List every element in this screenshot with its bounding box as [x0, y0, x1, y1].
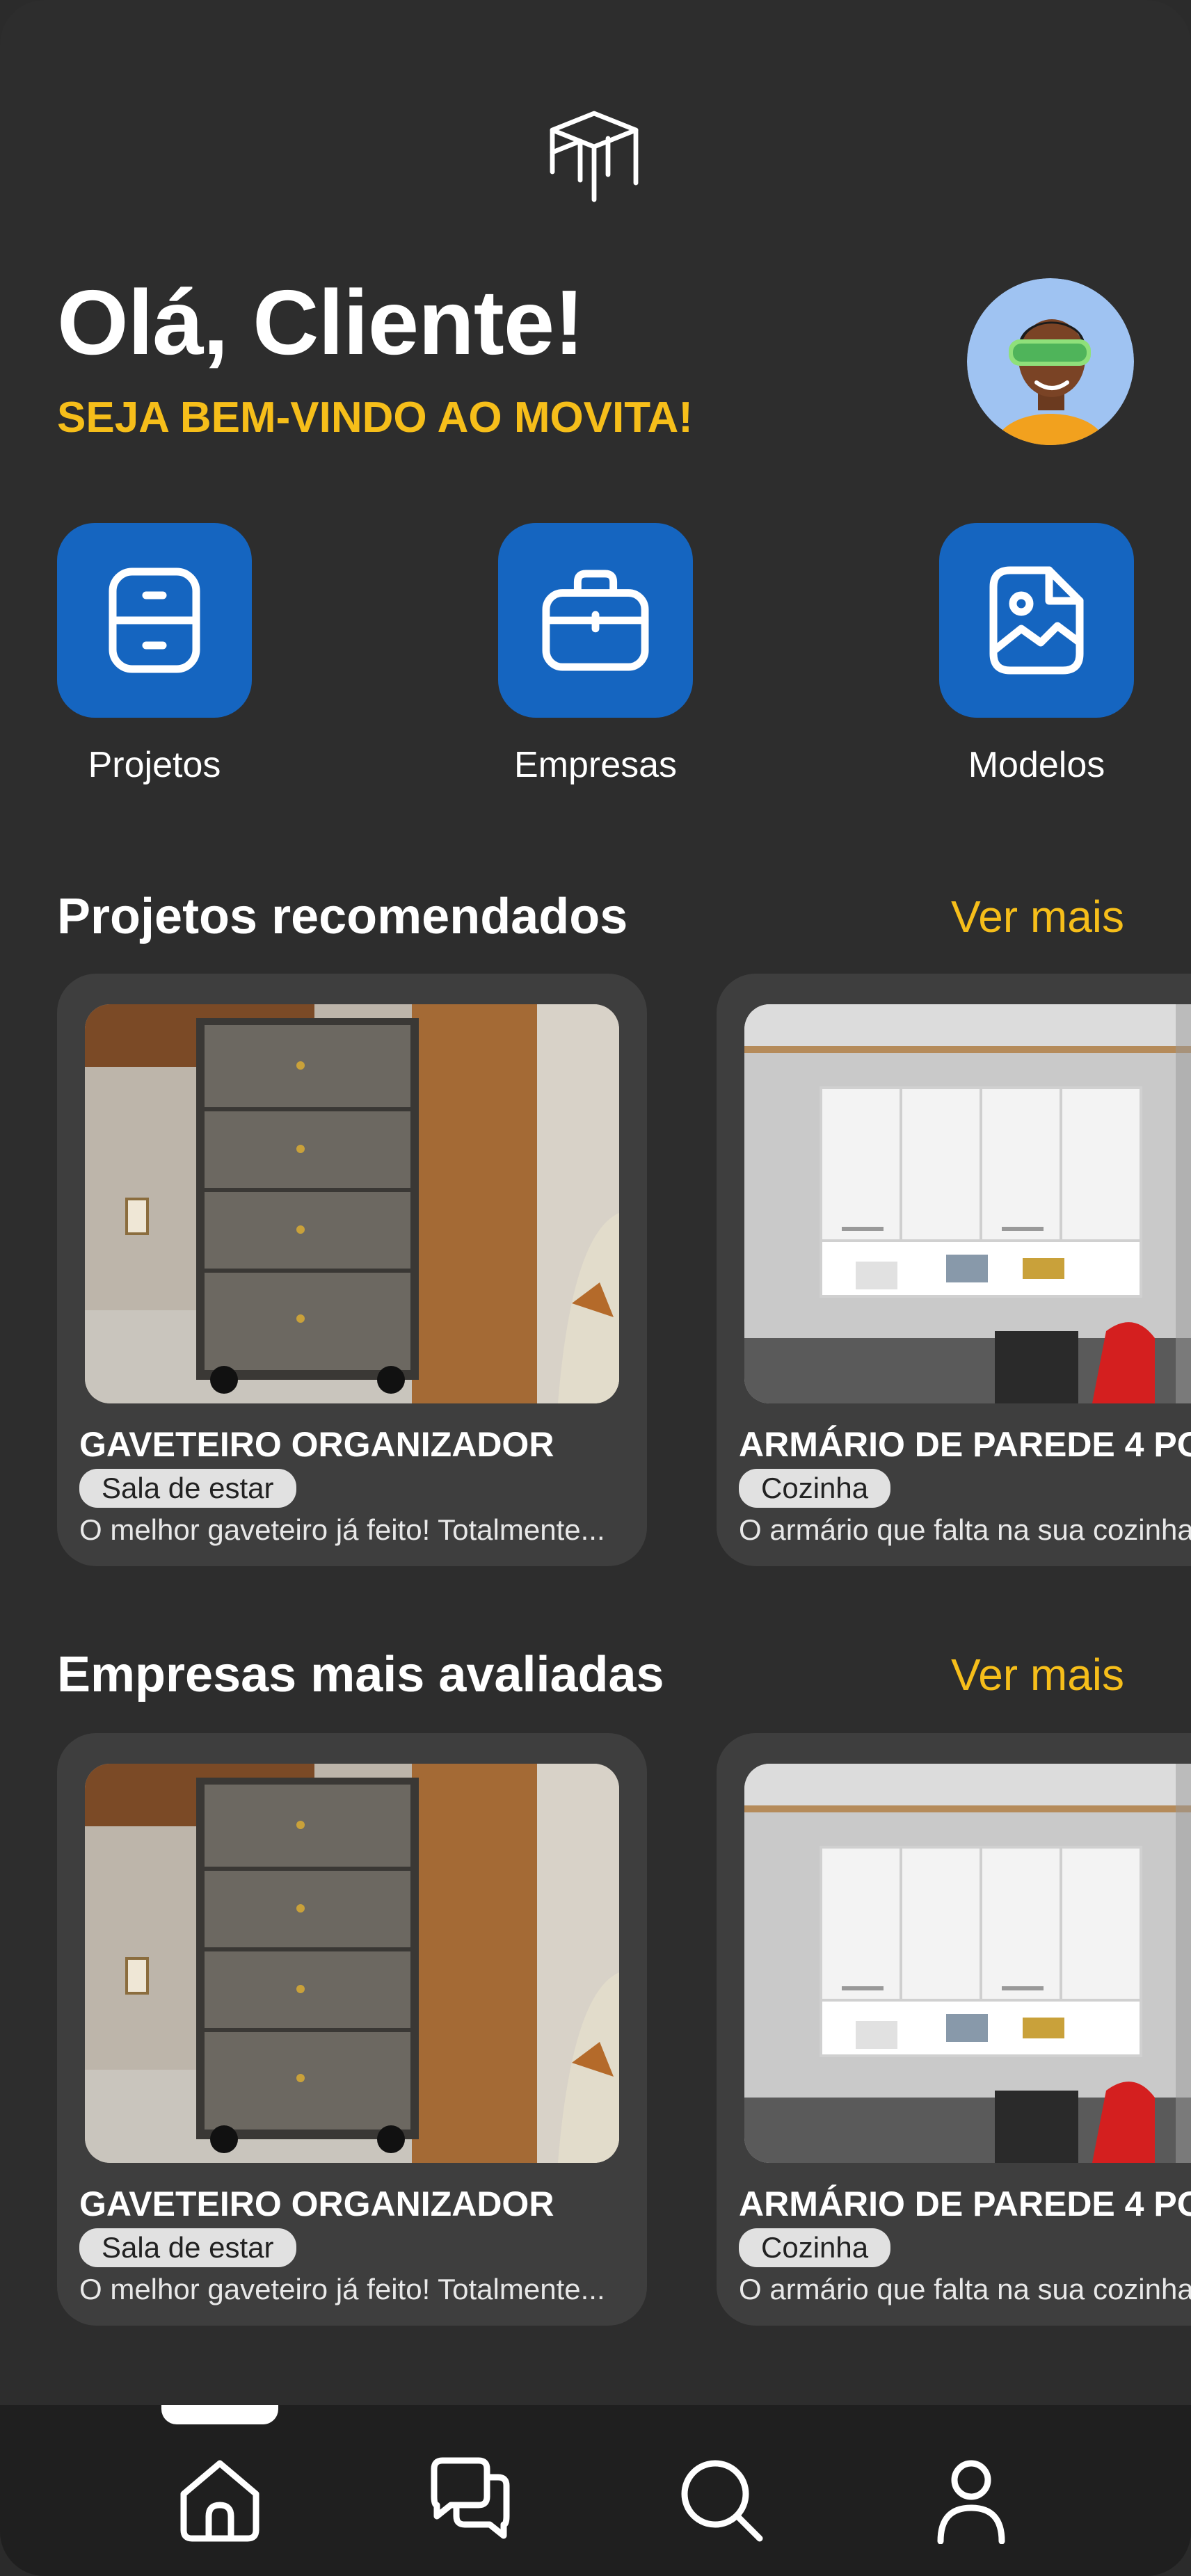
- category-tag: Sala de estar: [79, 2228, 296, 2267]
- briefcase-icon: [542, 570, 649, 671]
- card-description: O armário que falta na sua cozinha: [739, 2273, 1191, 2305]
- quick-action-empresas[interactable]: Empresas: [498, 523, 693, 786]
- active-tab-indicator: [161, 2405, 278, 2424]
- bottom-navigation: [0, 2405, 1191, 2576]
- wall-cabinet-photo: [744, 1004, 1191, 1403]
- image-file-icon: [989, 566, 1084, 675]
- profile-icon: [937, 2460, 1005, 2544]
- empresas-label: Empresas: [513, 745, 678, 785]
- nav-chat[interactable]: [422, 2451, 519, 2548]
- card-description: O melhor gaveteiro já feito! Totalmente.…: [79, 1513, 605, 1546]
- category-tag: Cozinha: [739, 2228, 891, 2267]
- projetos-tile[interactable]: [57, 523, 252, 718]
- company-card[interactable]: ARMÁRIO DE PAREDE 4 POR Cozinha O armári…: [717, 1733, 1191, 2326]
- greeting-title: Olá, Cliente!: [57, 271, 584, 373]
- nav-search[interactable]: [672, 2451, 769, 2548]
- top-companies-see-more-link[interactable]: Ver mais: [951, 1652, 1124, 1697]
- drawer-cabinet-photo: [85, 1764, 619, 2163]
- company-card[interactable]: GAVETEIRO ORGANIZADOR Sala de estar O me…: [57, 1733, 647, 2326]
- card-title: ARMÁRIO DE PAREDE 4 POR: [739, 2184, 1191, 2223]
- recommended-see-more-link[interactable]: Ver mais: [951, 894, 1124, 939]
- empresas-tile[interactable]: [498, 523, 693, 718]
- card-title: GAVETEIRO ORGANIZADOR: [79, 1425, 554, 1464]
- home-icon: [180, 2460, 259, 2542]
- chat-icon: [431, 2457, 510, 2539]
- top-companies-section-title: Empresas mais avaliadas: [57, 1647, 664, 1702]
- drawer-cabinet-photo: [85, 1004, 619, 1403]
- welcome-subtitle: SEJA BEM-VINDO AO MOVITA!: [57, 394, 693, 442]
- category-tag: Sala de estar: [79, 1469, 296, 1508]
- drawer-cabinet-icon: [109, 567, 200, 673]
- quick-action-projetos[interactable]: Projetos: [57, 523, 252, 786]
- card-title: GAVETEIRO ORGANIZADOR: [79, 2184, 554, 2223]
- wall-cabinet-photo: [744, 1764, 1191, 2163]
- modelos-label: Modelos: [968, 745, 1105, 785]
- home-screen: Olá, Cliente! SEJA BEM-VINDO AO MOVITA! …: [0, 0, 1191, 2576]
- card-description: O armário que falta na sua cozinha: [739, 1513, 1191, 1546]
- card-description: O melhor gaveteiro já feito! Totalmente.…: [79, 2273, 605, 2305]
- user-avatar[interactable]: [967, 278, 1134, 445]
- project-card[interactable]: GAVETEIRO ORGANIZADOR Sala de estar O me…: [57, 974, 647, 1566]
- nav-home[interactable]: [171, 2451, 269, 2548]
- quick-action-modelos[interactable]: Modelos: [939, 523, 1134, 786]
- project-card[interactable]: ARMÁRIO DE PAREDE 4 POR Cozinha O armári…: [717, 974, 1191, 1566]
- search-icon: [681, 2460, 763, 2542]
- projetos-label: Projetos: [88, 745, 221, 785]
- recommended-section-title: Projetos recomendados: [57, 889, 628, 944]
- nav-profile[interactable]: [922, 2451, 1020, 2548]
- chair-desk-logo-icon: [550, 111, 639, 202]
- card-title: ARMÁRIO DE PAREDE 4 POR: [739, 1425, 1191, 1464]
- modelos-tile[interactable]: [939, 523, 1134, 718]
- category-tag: Cozinha: [739, 1469, 891, 1508]
